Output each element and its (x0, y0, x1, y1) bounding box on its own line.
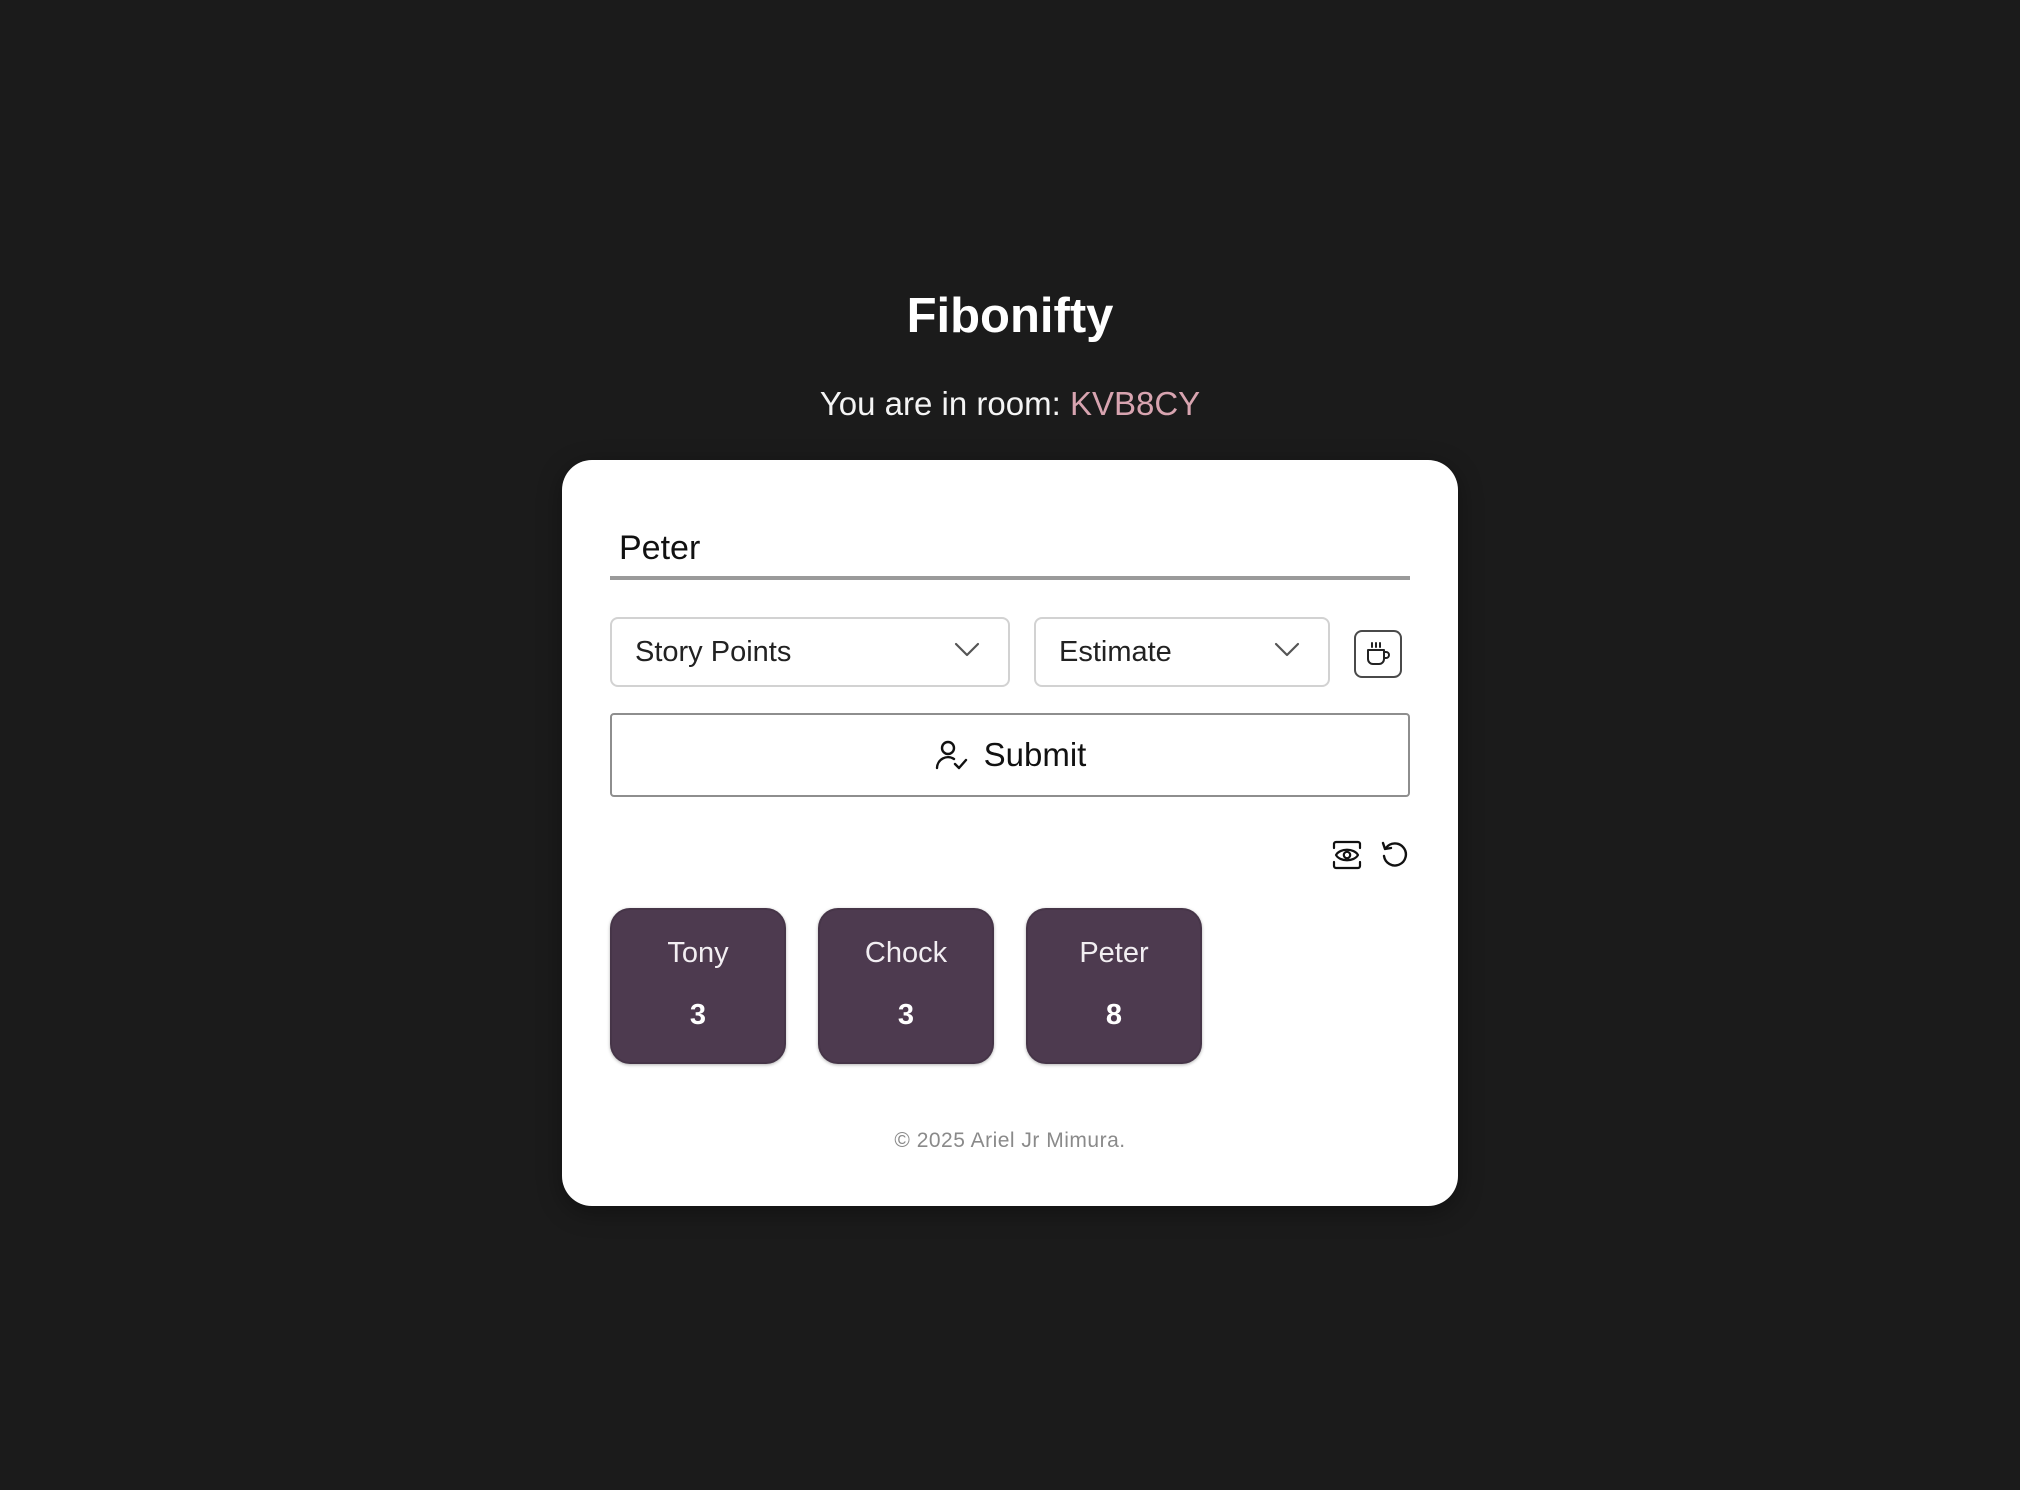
votes-list: Tony 3 Chock 3 Peter 8 (610, 908, 1202, 1064)
main-card: Story Points Estimate Submit (562, 460, 1458, 1206)
reset-votes-button[interactable] (1378, 838, 1412, 872)
app-title: Fibonifty (906, 289, 1114, 343)
scale-select[interactable]: Story Points (610, 617, 1010, 687)
submit-label: Submit (983, 736, 1087, 773)
estimate-select[interactable]: Estimate (1034, 617, 1330, 687)
chevron-down-icon (1274, 642, 1300, 657)
vote-card-value: 3 (689, 999, 707, 1031)
name-input[interactable] (610, 520, 1410, 576)
estimate-select-value: Estimate (1059, 636, 1172, 668)
vote-card: Peter 8 (1026, 908, 1202, 1064)
room-label: You are in room: (819, 385, 1070, 422)
vote-card-value: 3 (897, 999, 915, 1031)
reset-icon (1381, 841, 1408, 867)
name-field (610, 520, 1410, 580)
chevron-down-icon (954, 642, 980, 657)
submit-button[interactable]: Submit (610, 713, 1410, 797)
room-info: You are in room: KVB8CY (0, 382, 2020, 426)
coffee-break-button[interactable] (1354, 630, 1402, 678)
vote-card: Tony 3 (610, 908, 786, 1064)
vote-card-name: Peter (1079, 937, 1149, 969)
vote-card-name: Chock (864, 937, 948, 969)
reveal-votes-button[interactable] (1330, 838, 1364, 872)
eye-icon (1332, 840, 1362, 870)
vote-card-value: 8 (1105, 999, 1123, 1031)
user-check-icon (935, 740, 967, 770)
scale-select-value: Story Points (635, 636, 792, 668)
room-code: KVB8CY (1069, 385, 1201, 422)
vote-card-name: Tony (667, 937, 729, 969)
vote-card: Chock 3 (818, 908, 994, 1064)
copyright-footer: © 2025 Ariel Jr Mimura. (894, 1129, 1126, 1152)
coffee-cup-icon (1367, 642, 1390, 665)
